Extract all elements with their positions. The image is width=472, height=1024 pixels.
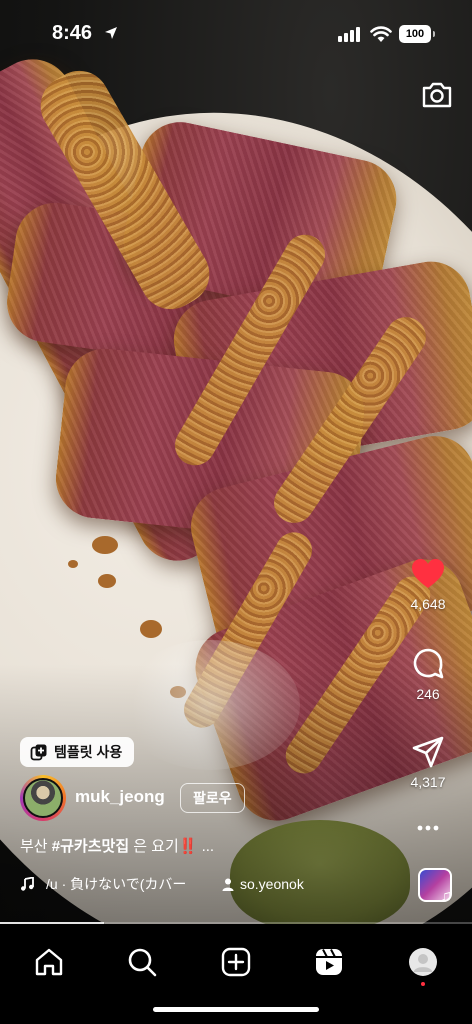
- username[interactable]: muk_jeong: [75, 787, 165, 807]
- location-arrow-icon: [105, 27, 117, 39]
- music-note-icon: [21, 877, 34, 891]
- more-options-button[interactable]: [392, 824, 464, 832]
- share-count: 4,317: [410, 774, 446, 790]
- profile-avatar-icon[interactable]: [408, 947, 438, 977]
- comment-count: 246: [416, 686, 440, 702]
- breadcrumb-crumb: [98, 574, 116, 588]
- reels-icon[interactable]: [314, 947, 344, 977]
- like-count: 4,648: [410, 596, 446, 612]
- comment-button[interactable]: 246: [392, 646, 464, 702]
- music-note-icon: ♫: [440, 888, 452, 905]
- person-icon: [222, 878, 234, 891]
- breadcrumb-crumb: [68, 560, 78, 568]
- breadcrumb-crumb: [92, 536, 118, 554]
- notification-dot: [421, 982, 425, 986]
- collaborator-name: so.yeonok: [240, 876, 304, 892]
- nav-search[interactable]: [118, 938, 166, 986]
- battery-level: 100: [405, 28, 425, 40]
- home-indicator: [153, 1007, 319, 1012]
- caption-more[interactable]: ...: [202, 838, 215, 855]
- wifi-icon: [370, 26, 392, 42]
- double-exclamation-emoji: ‼️: [178, 838, 198, 855]
- more-icon[interactable]: [416, 824, 440, 832]
- song-title[interactable]: /u · 負けないで(カバー: [46, 874, 196, 894]
- music-info[interactable]: /u · 負けないで(カバー so.yeonok: [20, 874, 304, 894]
- like-button[interactable]: 4,648: [392, 558, 464, 612]
- collaborator[interactable]: so.yeonok: [222, 876, 304, 892]
- home-icon[interactable]: [34, 947, 64, 977]
- comment-icon[interactable]: [411, 646, 445, 680]
- template-icon: [30, 744, 47, 761]
- caption-prefix: 부산: [20, 838, 52, 855]
- send-icon[interactable]: [412, 736, 444, 768]
- share-button[interactable]: 4,317: [392, 736, 464, 790]
- cellular-signal-icon: [338, 27, 360, 42]
- caption-hashtag[interactable]: #규카츠맛집: [52, 838, 129, 855]
- use-template-label: 템플릿 사용: [54, 744, 123, 760]
- search-icon[interactable]: [127, 947, 157, 977]
- status-bar: 8:46 100: [0, 0, 472, 64]
- battery-icon: 100: [399, 25, 435, 43]
- avatar[interactable]: [20, 775, 66, 821]
- caption-text: 은 요기: [129, 838, 179, 855]
- caption[interactable]: 부산 #규카츠맛집 은 요기‼️...: [20, 835, 214, 856]
- nav-home[interactable]: [25, 938, 73, 986]
- use-template-button[interactable]: 템플릿 사용: [20, 737, 135, 767]
- nav-profile[interactable]: [399, 938, 447, 986]
- follow-button[interactable]: 팔로우: [180, 783, 245, 813]
- bottom-nav: [0, 924, 472, 1024]
- status-time: 8:46: [52, 22, 93, 44]
- camera-icon[interactable]: [420, 78, 454, 112]
- breadcrumb-crumb: [140, 620, 162, 638]
- heart-icon[interactable]: [411, 558, 445, 590]
- create-post-icon[interactable]: [221, 947, 251, 977]
- nav-reels[interactable]: [305, 938, 353, 986]
- nav-create[interactable]: [212, 938, 260, 986]
